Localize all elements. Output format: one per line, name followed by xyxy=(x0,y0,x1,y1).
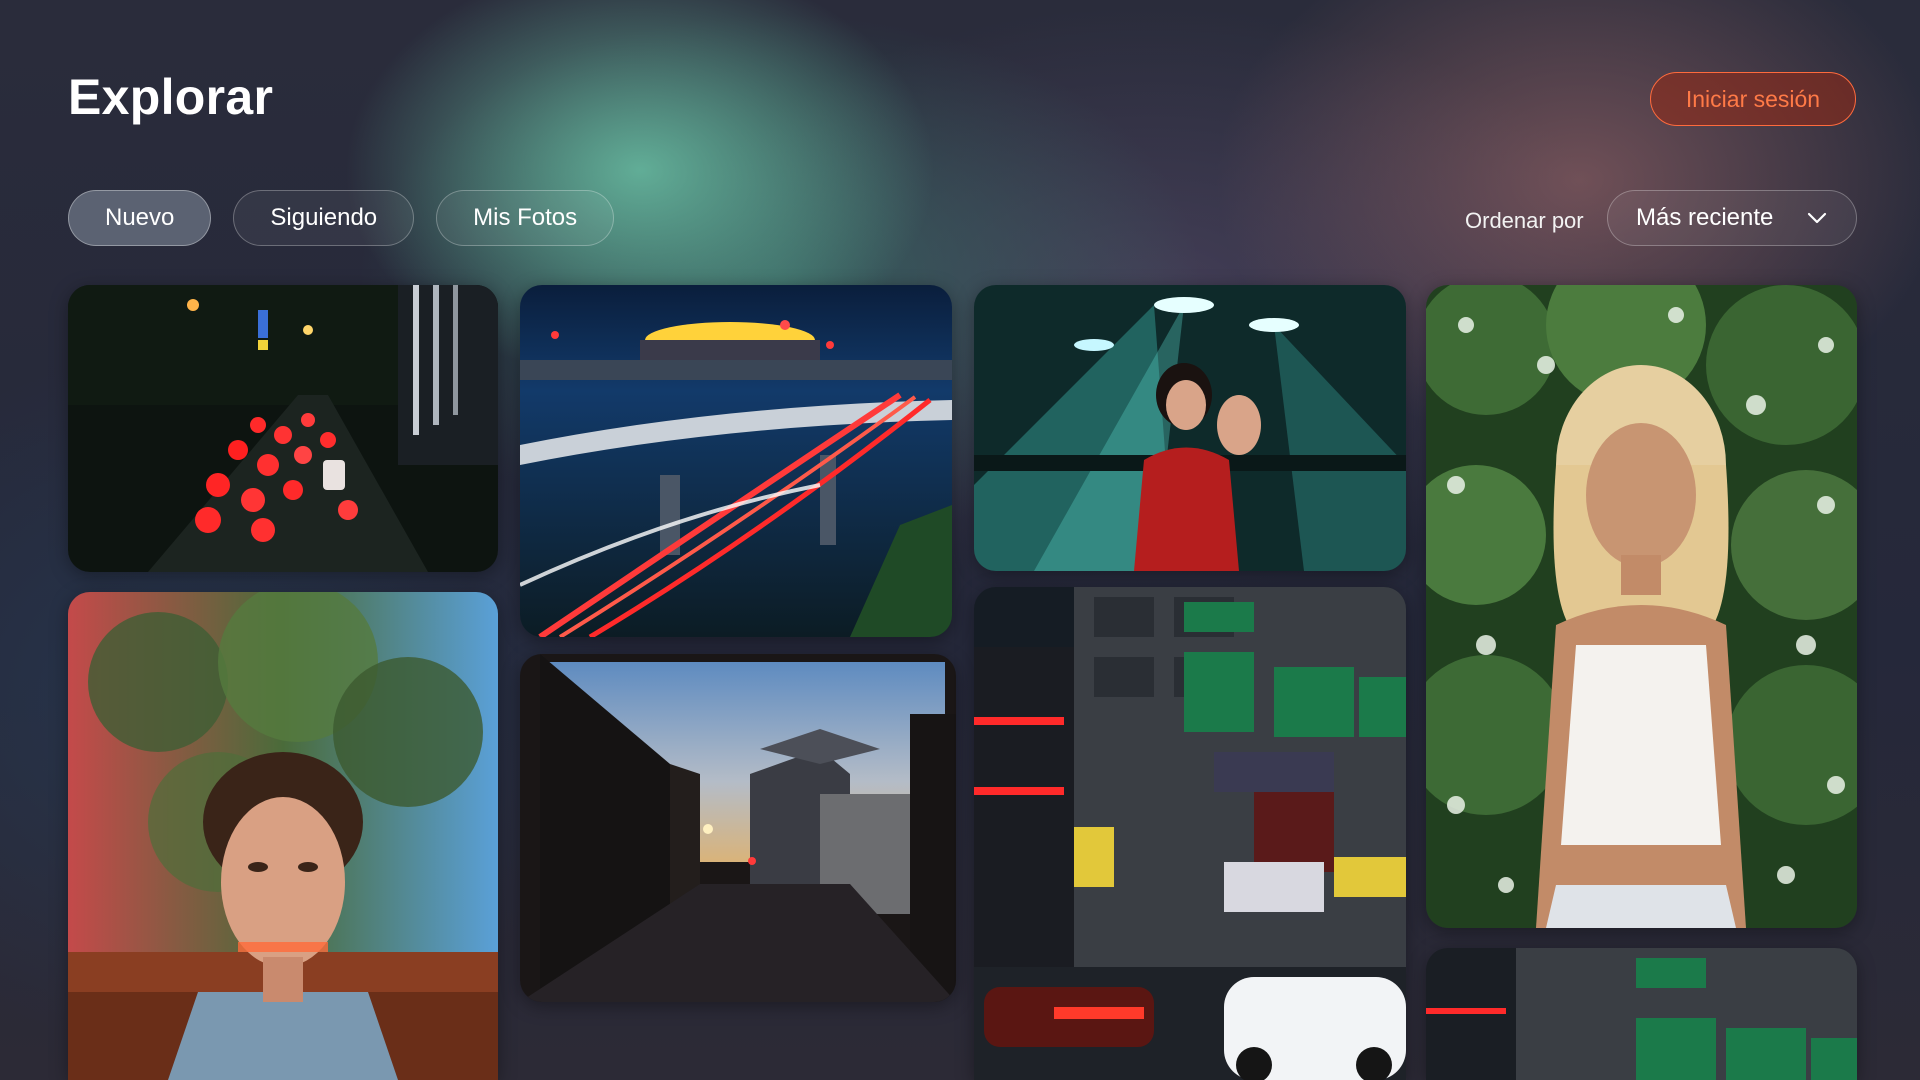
login-button[interactable]: Iniciar sesión xyxy=(1650,72,1856,126)
highway-light-trails-photo[interactable] xyxy=(520,285,952,637)
woman-in-red-photo[interactable] xyxy=(974,285,1406,571)
blonde-woman-portrait-photo[interactable] xyxy=(1426,285,1857,928)
explore-page: Explorar Iniciar sesión Nuevo Siguiendo … xyxy=(0,0,1920,1080)
tab-mis-fotos[interactable]: Mis Fotos xyxy=(436,190,615,246)
sort-selected-value: Más reciente xyxy=(1636,204,1774,231)
seoul-street-sign-photo[interactable] xyxy=(1426,948,1857,1080)
chevron-down-icon xyxy=(1806,207,1828,229)
seoul-night-street-photo[interactable] xyxy=(974,587,1406,1080)
curly-hair-man-portrait-photo[interactable] xyxy=(68,592,498,1080)
night-traffic-street-photo[interactable] xyxy=(68,285,498,572)
page-title: Explorar xyxy=(68,69,274,125)
sort-dropdown[interactable]: Más reciente xyxy=(1607,190,1857,246)
dusk-alley-photo[interactable] xyxy=(520,654,956,1002)
tab-siguiendo[interactable]: Siguiendo xyxy=(233,190,415,246)
tab-nuevo[interactable]: Nuevo xyxy=(68,190,212,246)
filter-tabs: Nuevo Siguiendo Mis Fotos xyxy=(68,190,615,246)
sort-label: Ordenar por xyxy=(1465,208,1584,233)
